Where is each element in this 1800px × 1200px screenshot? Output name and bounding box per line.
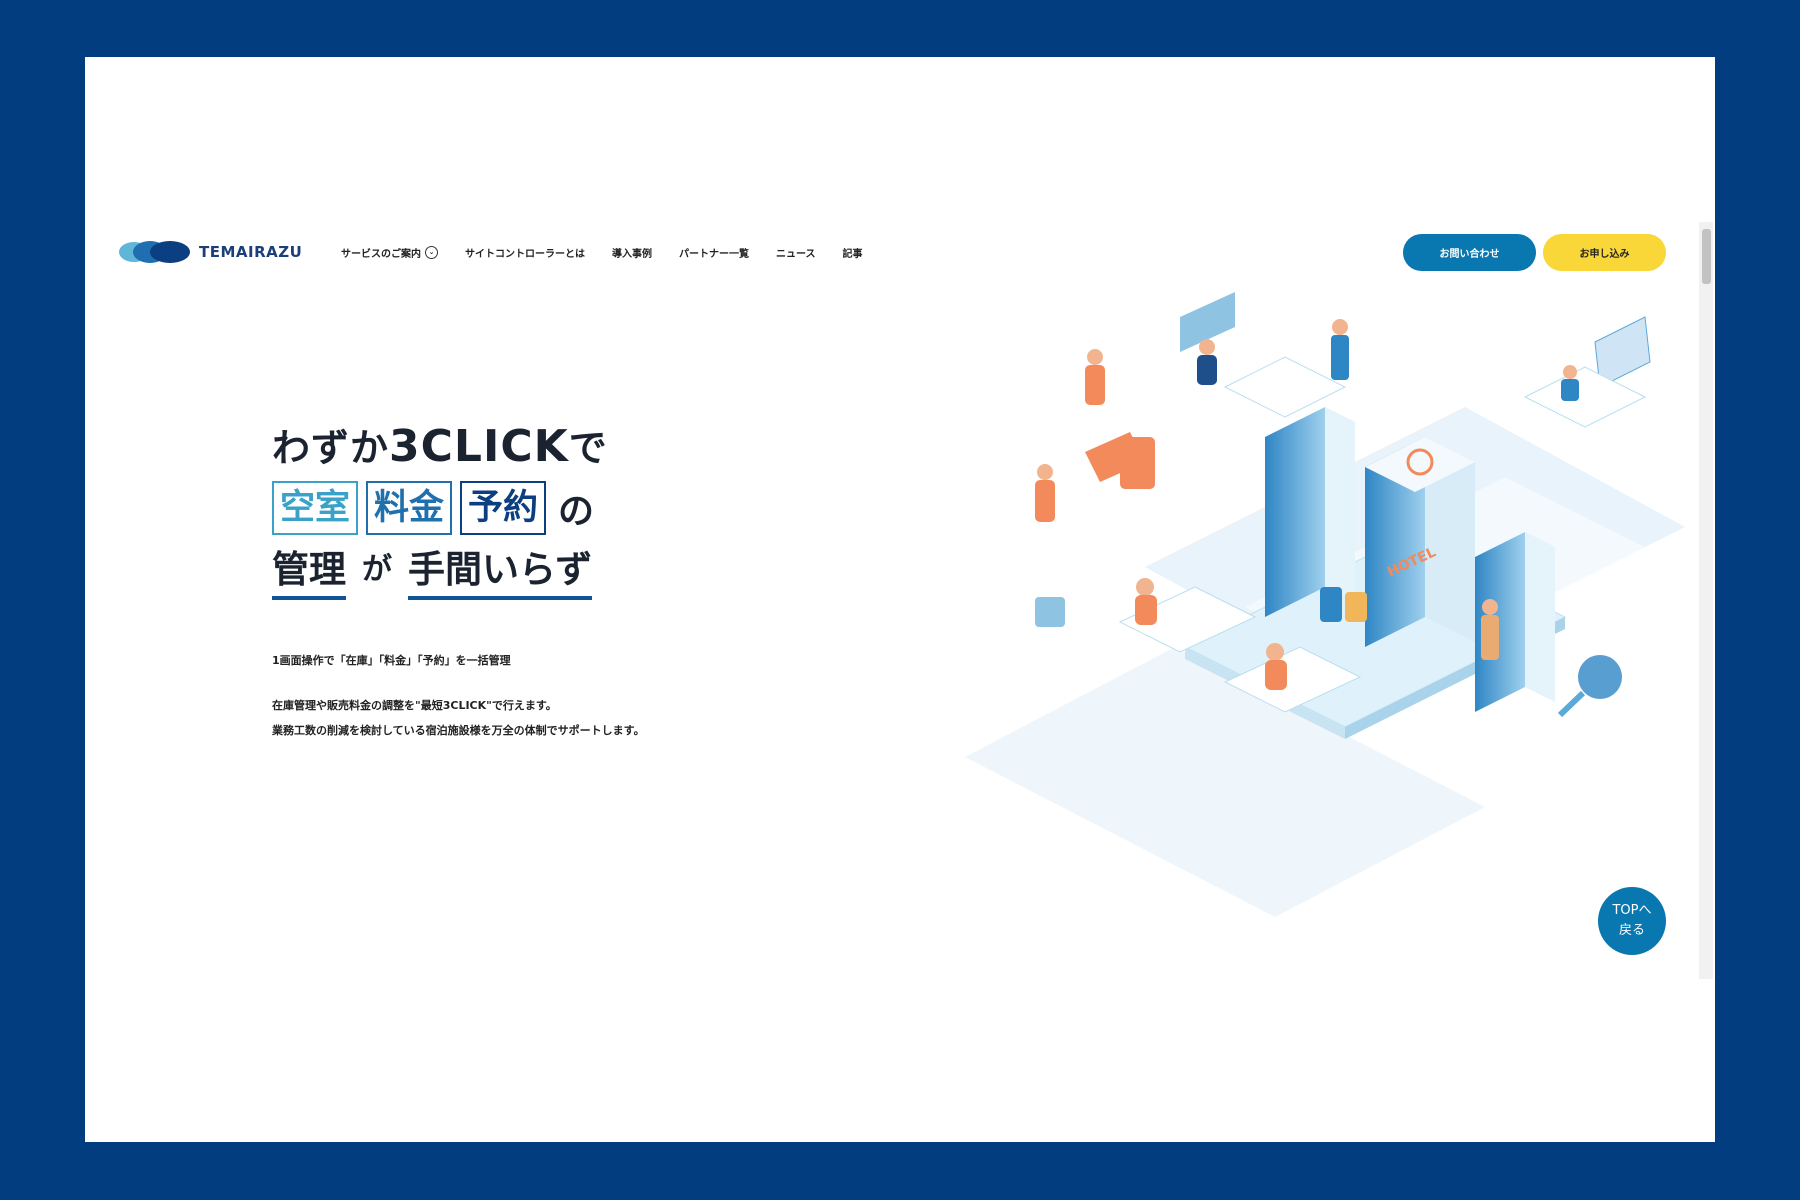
hero-headline-line3: 管理 が 手間いらず xyxy=(272,546,593,600)
nav-item-articles[interactable]: 記事 xyxy=(843,245,863,260)
hero-description: 在庫管理や販売料金の調整を"最短3CLICK"で行えます。 業務工数の削減を検討… xyxy=(272,693,645,743)
hero-subtitle: 1画面操作で「在庫」「料金」「予約」を一括管理 xyxy=(272,654,511,667)
logo-mark-icon xyxy=(119,241,190,263)
headline-text: わずか xyxy=(272,426,390,470)
nav-label: サービスのご案内 xyxy=(341,249,421,260)
nav-item-case-studies[interactable]: 導入事例 xyxy=(612,245,652,260)
nav-item-site-controller[interactable]: サイトコントローラーとは xyxy=(465,245,585,260)
chevron-down-icon: ⌄ xyxy=(425,246,438,259)
hero-headline-line2: 空室 料金 予約 の xyxy=(272,481,594,535)
nav-label: ニュース xyxy=(776,249,816,260)
main-nav: サービスのご案内 ⌄ サイトコントローラーとは 導入事例 パートナー一覧 ニュー… xyxy=(341,245,890,260)
nav-label: パートナー一覧 xyxy=(679,249,749,260)
back-to-top-button[interactable]: TOPへ 戻る xyxy=(1598,887,1666,955)
page-frame: TEMAIRAZU サービスのご案内 ⌄ サイトコントローラーとは 導入事例 パ… xyxy=(85,57,1715,1142)
apply-button[interactable]: お申し込み xyxy=(1543,234,1666,271)
totop-line: TOPへ xyxy=(1612,903,1652,918)
headline-3click: 3CLICK xyxy=(389,421,569,472)
nav-label: 記事 xyxy=(842,249,863,260)
headline-text: で xyxy=(568,426,608,470)
scrollbar-track[interactable] xyxy=(1699,222,1713,979)
keyword-vacancy: 空室 xyxy=(272,481,359,535)
keyword-reservation: 予約 xyxy=(460,481,547,535)
nav-item-news[interactable]: ニュース xyxy=(776,245,816,260)
hotel-isometric-illustration: HOTEL xyxy=(965,292,1685,917)
headline-particle: の xyxy=(558,491,595,532)
nav-label: 導入事例 xyxy=(612,249,652,260)
headline-particle: が xyxy=(362,552,392,587)
totop-line: 戻る xyxy=(1618,923,1645,938)
nav-item-partners[interactable]: パートナー一覧 xyxy=(679,245,749,260)
contact-button[interactable]: お問い合わせ xyxy=(1403,234,1536,271)
nav-item-services[interactable]: サービスのご案内 ⌄ xyxy=(341,245,438,260)
keyword-price: 料金 xyxy=(366,481,453,535)
nav-label: サイトコントローラーとは xyxy=(465,249,585,260)
description-line: 在庫管理や販売料金の調整を"最短3CLICK"で行えます。 xyxy=(272,699,557,712)
logo-text: TEMAIRAZU xyxy=(199,243,303,261)
headline-hassle-free: 手間いらず xyxy=(408,546,593,600)
hero-headline-line1: わずか3CLICKで xyxy=(272,417,608,472)
headline-management: 管理 xyxy=(272,546,346,600)
scrollbar-thumb[interactable] xyxy=(1702,229,1711,284)
description-line: 業務工数の削減を検討している宿泊施設様を万全の体制でサポートします。 xyxy=(272,724,645,737)
logo[interactable]: TEMAIRAZU xyxy=(118,240,302,264)
